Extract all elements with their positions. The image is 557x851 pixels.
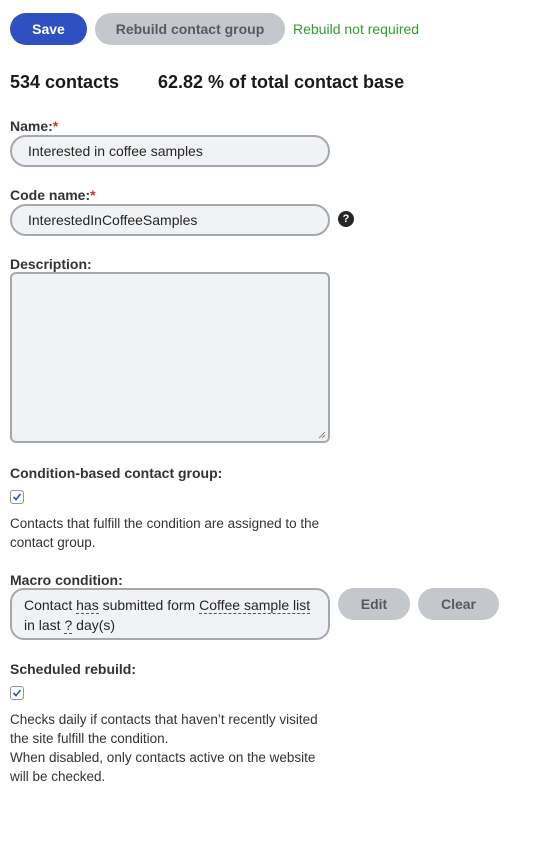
checkmark-icon — [12, 689, 22, 697]
help-icon[interactable]: ? — [338, 211, 354, 227]
macro-keyword[interactable]: has — [76, 597, 99, 614]
scheduled-rebuild-line-1: Checks daily if contacts that haven’t re… — [10, 712, 318, 746]
resize-grip-icon[interactable] — [318, 431, 326, 439]
save-button[interactable]: Save — [10, 13, 87, 45]
macro-keyword[interactable]: Coffee sample list — [199, 597, 311, 614]
condition-based-checkbox[interactable] — [10, 490, 24, 504]
description-label: Description: — [10, 256, 92, 272]
macro-condition-label: Macro condition: — [10, 572, 123, 588]
code-name-input[interactable] — [10, 204, 330, 236]
name-input[interactable] — [10, 135, 330, 167]
scheduled-rebuild-checkbox[interactable] — [10, 686, 24, 700]
contacts-count: 534 contacts — [10, 72, 120, 92]
rebuild-contact-group-button[interactable]: Rebuild contact group — [95, 13, 285, 45]
macro-condition-box: Contact has submitted form Coffee sample… — [10, 588, 330, 640]
scheduled-rebuild-label: Scheduled rebuild: — [10, 661, 137, 677]
condition-based-description: Contacts that fulfill the condition are … — [10, 516, 320, 550]
scheduled-rebuild-line-2: When disabled, only contacts active on t… — [10, 750, 316, 784]
name-label: Name:* — [10, 118, 59, 134]
macro-clear-button[interactable]: Clear — [418, 588, 499, 620]
macro-edit-button[interactable]: Edit — [338, 588, 410, 620]
required-marker: * — [52, 118, 59, 134]
scheduled-rebuild-description: Checks daily if contacts that haven’t re… — [10, 710, 330, 786]
required-marker: * — [90, 187, 96, 203]
contact-base-percent: 62.82 % of total contact base — [158, 72, 405, 92]
code-name-label: Code name:* — [10, 187, 96, 203]
rebuild-status-text: Rebuild not required — [293, 21, 420, 37]
checkmark-icon — [12, 493, 22, 501]
description-textarea[interactable] — [10, 272, 330, 443]
condition-based-label: Condition-based contact group: — [10, 465, 223, 481]
